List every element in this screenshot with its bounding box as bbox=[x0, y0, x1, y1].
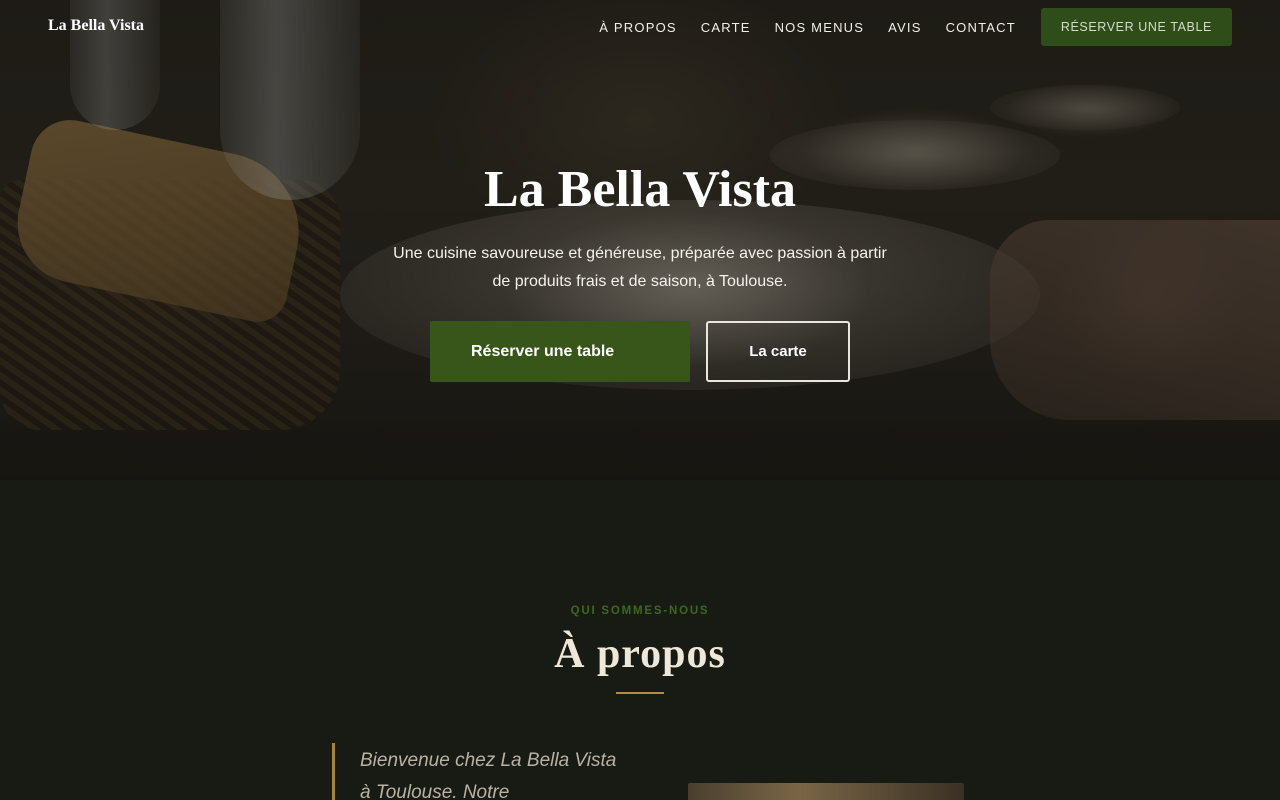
reserve-table-button[interactable]: Réserver une table bbox=[430, 321, 690, 382]
section-eyebrow: QUI SOMMES-NOUS bbox=[570, 605, 710, 617]
hero-subtitle: Une cuisine savoureuse et généreuse, pré… bbox=[393, 245, 887, 290]
menu-card-button[interactable]: La carte bbox=[706, 321, 850, 382]
nav-reserve-button[interactable]: Réserver une table bbox=[1040, 8, 1232, 46]
nav-link-contact[interactable]: Contact bbox=[946, 20, 1016, 35]
quote-bar bbox=[332, 743, 335, 800]
nav-link-nos-menus[interactable]: Nos menus bbox=[775, 20, 865, 35]
brand-logo[interactable]: La Bella Vista bbox=[48, 17, 144, 35]
title-divider bbox=[616, 692, 664, 694]
nav-link-a-propos[interactable]: À propos bbox=[599, 20, 677, 35]
about-image bbox=[688, 783, 964, 800]
section-title: À propos bbox=[554, 631, 726, 677]
nav-link-carte[interactable]: Carte bbox=[701, 20, 751, 35]
hero-title: La Bella Vista bbox=[483, 161, 797, 218]
nav-link-avis[interactable]: Avis bbox=[888, 20, 921, 35]
about-intro-text: Bienvenue chez La Bella Vista à Toulouse… bbox=[360, 750, 617, 800]
main-nav: À propos Carte Nos menus Avis Contact Ré… bbox=[599, 8, 1232, 46]
